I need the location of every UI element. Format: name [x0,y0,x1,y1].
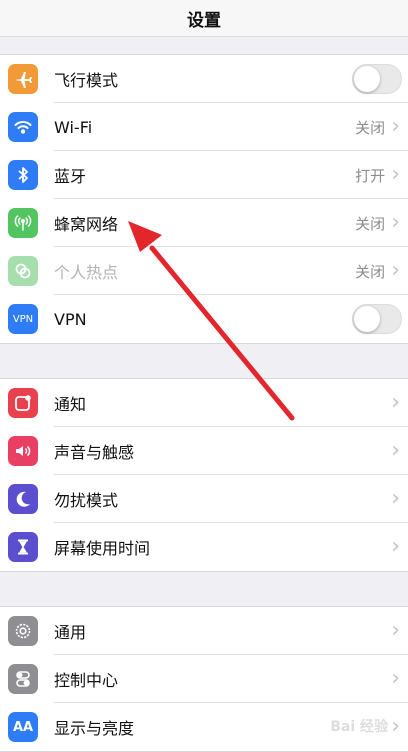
page-title: 设置 [187,10,221,31]
airplane-mode-label: 飞行模式 [54,71,119,90]
settings-row-general[interactable]: 通用 › [0,607,408,655]
chevron-right-icon: › [391,390,400,415]
chevron-right-icon: › [391,666,400,691]
speaker-icon [8,436,38,466]
vpn-icon: VPN [8,304,38,334]
wifi-status: 关闭 [355,118,386,137]
switches-icon [8,664,38,694]
notification-icon [8,388,38,418]
hourglass-icon [8,532,38,562]
settings-row-vpn[interactable]: VPN VPN [0,295,408,343]
chevron-right-icon: › [391,210,400,235]
bluetooth-label: 蓝牙 [54,167,87,186]
text-size-icon-text: AA [12,719,34,735]
personal-hotspot-label: 个人热点 [54,263,119,282]
general-label: 通用 [54,623,87,642]
screen-time-label: 屏幕使用时间 [54,539,151,558]
cellular-label: 蜂窝网络 [54,215,119,234]
chevron-right-icon: › [391,618,400,643]
cellular-status: 关闭 [355,214,386,233]
chevron-right-icon: › [391,486,400,511]
vpn-toggle[interactable] [352,304,402,334]
antenna-icon [8,208,38,238]
settings-group-connectivity: 飞行模式 Wi-Fi 关闭 › 蓝牙 打开 › 蜂窝网络 关闭 › 个人热点 关… [0,54,408,344]
chevron-right-icon: › [391,534,400,559]
wifi-icon [8,112,38,142]
watermark: Bai 经验 [330,719,388,735]
control-center-label: 控制中心 [54,671,119,690]
text-size-icon: AA [8,712,38,742]
chain-link-icon [8,256,38,286]
chevron-right-icon: › [391,258,400,283]
settings-row-cellular[interactable]: 蜂窝网络 关闭 › [0,199,408,247]
settings-row-notifications[interactable]: 通知 › [0,379,408,427]
chevron-right-icon: › [391,438,400,463]
moon-icon [8,484,38,514]
bluetooth-icon [8,160,38,190]
airplane-mode-toggle[interactable] [352,64,402,94]
toggle-knob [354,66,380,92]
settings-row-wifi[interactable]: Wi-Fi 关闭 › [0,103,408,151]
bluetooth-status: 打开 [355,166,386,185]
settings-row-airplane-mode[interactable]: 飞行模式 [0,55,408,103]
sounds-haptics-label: 声音与触感 [54,443,135,462]
notifications-label: 通知 [54,395,87,414]
settings-row-do-not-disturb[interactable]: 勿扰模式 › [0,475,408,523]
personal-hotspot-status: 关闭 [355,262,386,281]
chevron-right-icon: › [391,162,400,187]
vpn-icon-text: VPN [12,313,34,325]
settings-row-control-center[interactable]: 控制中心 › [0,655,408,703]
vpn-label: VPN [54,309,87,329]
settings-group-notifications: 通知 › 声音与触感 › 勿扰模式 › 屏幕使用时间 › [0,378,408,572]
settings-row-sounds-haptics[interactable]: 声音与触感 › [0,427,408,475]
navigation-bar: 设置 [0,0,408,37]
chevron-right-icon: › [391,714,400,739]
gear-icon [8,616,38,646]
airplane-icon [8,64,38,94]
settings-row-personal-hotspot[interactable]: 个人热点 关闭 › [0,247,408,295]
chevron-right-icon: › [391,114,400,139]
settings-row-bluetooth[interactable]: 蓝牙 打开 › [0,151,408,199]
toggle-knob [354,306,380,332]
settings-row-screen-time[interactable]: 屏幕使用时间 › [0,523,408,571]
do-not-disturb-label: 勿扰模式 [54,491,119,510]
wifi-label: Wi-Fi [54,117,93,137]
